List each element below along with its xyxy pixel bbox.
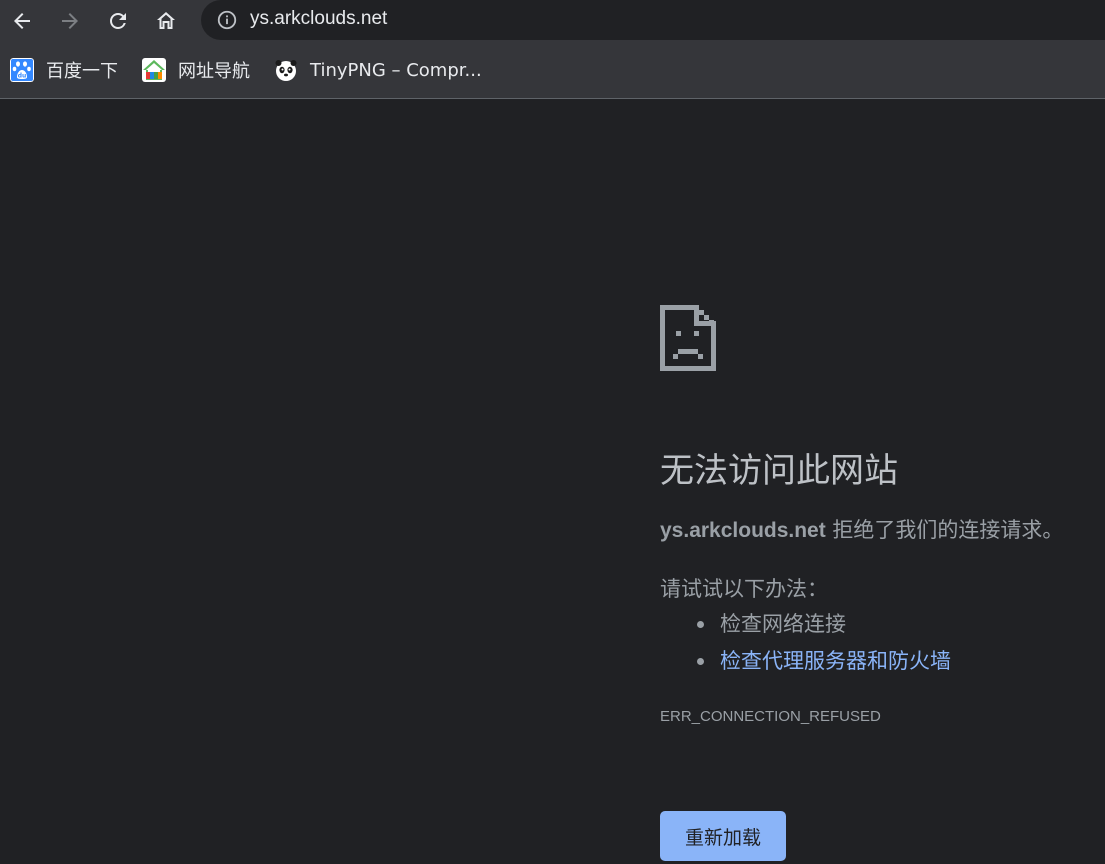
home-button[interactable] (148, 3, 184, 39)
baidu-paw-icon: du (10, 58, 34, 82)
bookmark-tinypng[interactable]: TinyPNG – Compr... (274, 56, 482, 84)
arrow-left-icon (14, 13, 30, 29)
bookmark-2345[interactable]: 网址导航 (142, 56, 250, 84)
arrow-right-icon (62, 13, 78, 29)
error-code: ERR_CONNECTION_REFUSED (660, 708, 881, 725)
home-icon (157, 12, 175, 29)
bookmark-label: 百度一下 (46, 61, 118, 82)
info-icon (217, 10, 237, 30)
suggestions-list: 检查网络连接 检查代理服务器和防火墙 (660, 607, 951, 681)
site-info-button[interactable] (215, 8, 239, 32)
svg-text:du: du (18, 73, 27, 80)
address-bar[interactable]: ys.arkclouds.net (201, 0, 1105, 40)
2345-house-icon (142, 58, 166, 82)
sad-page-icon (660, 305, 716, 371)
browser-toolbar: ys.arkclouds.net (0, 0, 1105, 42)
error-message: ys.arkclouds.net 拒绝了我们的连接请求。 (660, 514, 1063, 544)
tinypng-panda-icon (275, 60, 297, 81)
error-message-text: 拒绝了我们的连接请求。 (825, 518, 1064, 542)
url-text[interactable]: ys.arkclouds.net (250, 0, 387, 40)
suggestion-check-proxy-link[interactable]: 检查代理服务器和防火墙 (660, 644, 951, 681)
suggestions-heading: 请试试以下办法： (660, 577, 828, 601)
suggestion-check-network: 检查网络连接 (660, 607, 951, 644)
error-title: 无法访问此网站 (660, 451, 898, 491)
error-host: ys.arkclouds.net (660, 519, 826, 542)
forward-button[interactable] (52, 3, 88, 39)
back-button[interactable] (4, 3, 40, 39)
reload-button[interactable] (100, 3, 136, 39)
bookmark-label: 网址导航 (178, 61, 250, 82)
bookmark-baidu[interactable]: du 百度一下 (10, 56, 118, 84)
bookmark-label: TinyPNG – Compr... (310, 59, 482, 81)
reload-icon (110, 12, 126, 29)
bookmarks-bar: du 百度一下 网址导航 TinyPNG – Compr... (0, 42, 1105, 99)
reload-page-button[interactable]: 重新加载 (660, 811, 786, 861)
